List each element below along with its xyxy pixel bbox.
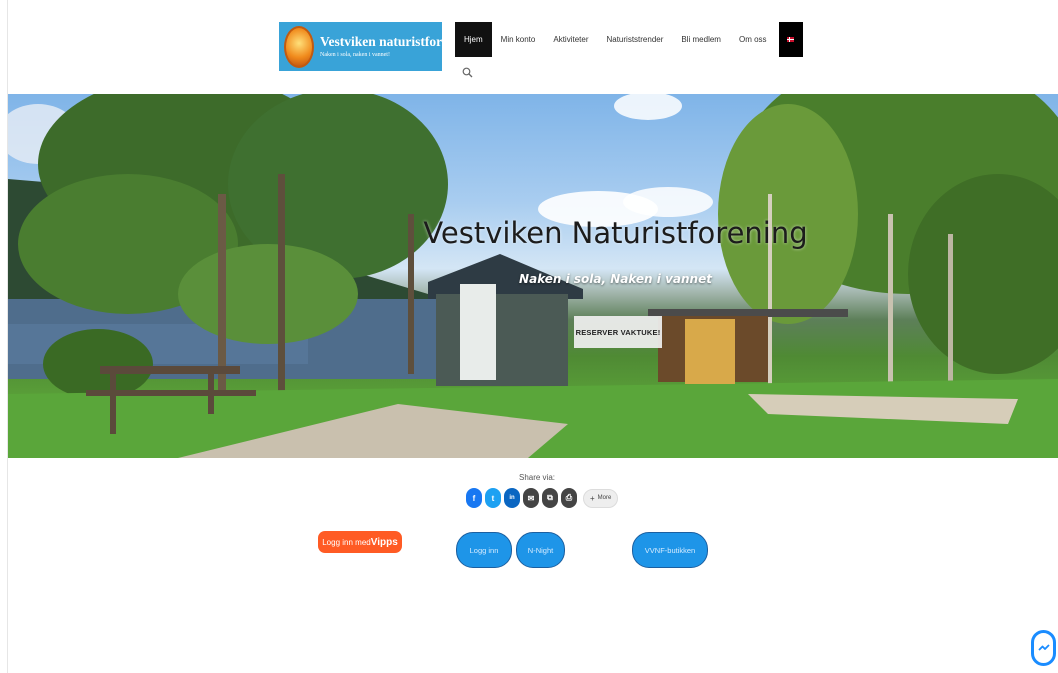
twitter-share-icon[interactable]: t: [485, 488, 501, 508]
shop-button[interactable]: VVNF-butikken: [632, 532, 708, 568]
hero-banner: Vestviken Naturistforening Naken i sola,…: [8, 94, 1058, 458]
nav-item-om-oss[interactable]: Om oss: [730, 22, 776, 57]
search-icon[interactable]: [462, 67, 473, 78]
norway-flag-icon: [787, 37, 795, 42]
vipps-login-prefix: Logg inn med: [322, 537, 371, 547]
logo-emblem-icon: [284, 25, 314, 68]
nav-item-aktiviteter[interactable]: Aktiviteter: [544, 22, 597, 57]
language-switcher[interactable]: [778, 22, 803, 57]
share-more-button[interactable]: + More: [583, 488, 619, 508]
reserve-watch-week-button[interactable]: RESERVER VAKTUKE!: [574, 316, 662, 348]
nav-item-min-konto[interactable]: Min konto: [492, 22, 545, 57]
facebook-share-icon[interactable]: f: [466, 488, 482, 508]
email-share-icon[interactable]: ✉: [523, 488, 539, 508]
logo-title: Vestviken naturistforening: [320, 34, 474, 49]
linkedin-share-icon[interactable]: in: [504, 488, 520, 508]
print-icon[interactable]: ⎙: [561, 488, 577, 508]
vipps-brand: Vipps: [370, 536, 398, 548]
hero-subtitle: Naken i sola, Naken i vannet: [519, 272, 712, 286]
plus-icon: +: [590, 493, 595, 503]
share-label: Share via:: [518, 473, 556, 482]
logo-text: Vestviken naturistforening Naken i sola,…: [320, 34, 473, 59]
logo-tagline: Naken i sola, naken i vannet!: [320, 52, 390, 58]
copy-link-icon[interactable]: ⧉: [542, 488, 558, 508]
main-nav: Hjem Min konto Aktiviteter Naturiststren…: [455, 22, 803, 57]
nav-item-bli-medlem[interactable]: Bli medlem: [672, 22, 730, 57]
vipps-login-button[interactable]: Logg inn med Vipps: [318, 531, 402, 553]
n-night-button[interactable]: N-Night: [516, 532, 565, 568]
share-buttons: f t in ✉ ⧉ ⎙ + More: [466, 488, 619, 508]
nav-item-naturiststrender[interactable]: Naturiststrender: [597, 22, 672, 57]
site-logo[interactable]: Vestviken naturistforening Naken i sola,…: [279, 22, 473, 71]
messenger-bolt-icon: [1037, 644, 1050, 651]
login-button[interactable]: Logg inn: [456, 532, 512, 568]
messenger-chat-icon[interactable]: [1031, 630, 1056, 666]
share-more-label: More: [597, 495, 612, 501]
nav-item-hjem[interactable]: Hjem: [455, 22, 492, 57]
hero-title: Vestviken Naturistforening: [423, 216, 808, 250]
